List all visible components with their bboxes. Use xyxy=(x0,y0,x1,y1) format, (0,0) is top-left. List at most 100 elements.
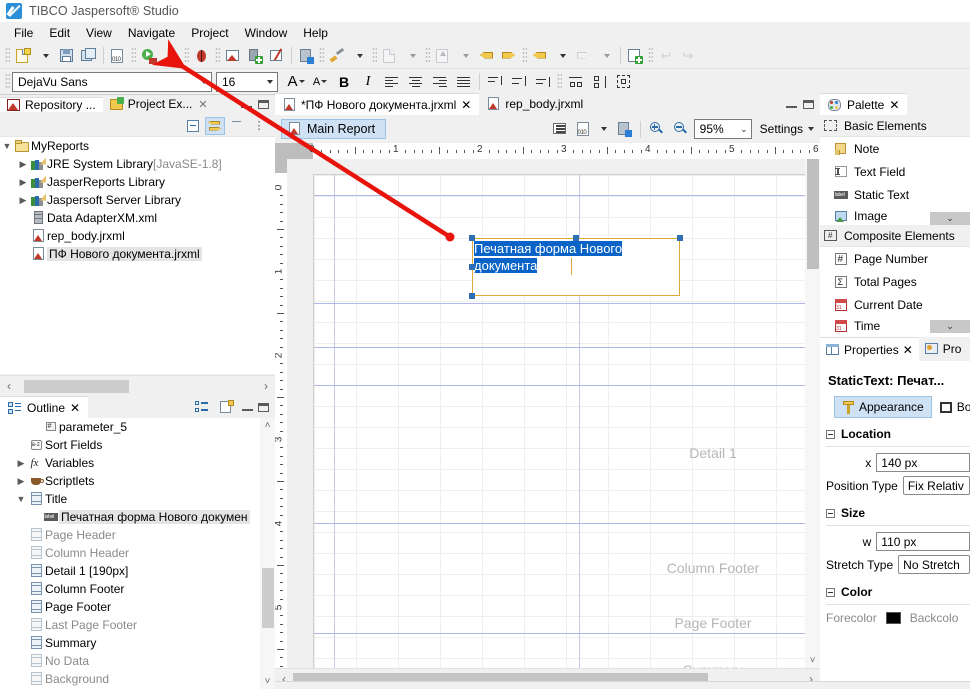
collapse-all-icon[interactable] xyxy=(183,117,203,135)
resize-handle-sw[interactable] xyxy=(469,293,475,299)
new-report-icon[interactable] xyxy=(624,45,646,67)
editor-tab-rep-body[interactable]: rep_body.jrxml xyxy=(479,93,591,115)
outline-item[interactable]: No Data xyxy=(0,652,260,670)
group-horizontal-icon[interactable] xyxy=(564,71,588,93)
run-dropdown-caret[interactable] xyxy=(160,45,182,67)
palette-content[interactable]: Basic Elements Note Text Field label Sta… xyxy=(820,115,970,337)
scroll-right-icon[interactable]: › xyxy=(257,379,275,393)
scroll-down-icon[interactable]: ˅ xyxy=(260,674,275,689)
upload-dim-icon[interactable] xyxy=(432,45,454,67)
prev-dim-icon[interactable]: ↩ xyxy=(655,45,677,67)
new-document-icon[interactable] xyxy=(12,45,34,67)
undo-caret[interactable] xyxy=(551,45,573,67)
outline-item[interactable]: Last Page Footer xyxy=(0,616,260,634)
vertical-ruler[interactable]: 0123456 xyxy=(275,159,287,668)
tree-item-myreports[interactable]: ▼ MyReports xyxy=(0,137,275,155)
increase-font-button[interactable]: A xyxy=(284,71,308,93)
menu-item-help[interactable]: Help xyxy=(295,24,336,42)
menu-item-edit[interactable]: Edit xyxy=(41,24,78,42)
compile-report-icon[interactable]: 010 xyxy=(107,45,129,67)
resize-handle-w[interactable] xyxy=(469,264,475,270)
selected-static-text-element[interactable]: Печатная форма Нового документа xyxy=(469,235,683,299)
link-with-editor-icon[interactable] xyxy=(205,116,225,135)
horizontal-ruler[interactable]: 0 1 2 3 4 5 6 xyxy=(275,143,820,159)
back-yellow-icon[interactable] xyxy=(476,45,498,67)
outline-item[interactable]: # parameter_5 xyxy=(0,418,260,436)
scroll-thumb[interactable] xyxy=(24,379,129,393)
forward-yellow-icon[interactable] xyxy=(498,45,520,67)
scroll-left-icon[interactable]: ‹ xyxy=(0,379,18,393)
properties-view-icon[interactable] xyxy=(217,398,237,416)
debug-icon[interactable] xyxy=(191,45,213,67)
italic-button[interactable]: I xyxy=(356,71,380,93)
x-input[interactable]: 140 px xyxy=(876,453,970,472)
tree-item-pf-novogo-dokumenta[interactable]: ПФ Нового документа.jrxml xyxy=(0,245,275,263)
tree-item-rep-body[interactable]: rep_body.jrxml xyxy=(0,227,275,245)
align-center-icon[interactable] xyxy=(404,71,428,93)
view-menu-icon[interactable]: ⋮ xyxy=(249,117,269,135)
outline-item[interactable]: ▶ Scriptlets xyxy=(0,472,260,490)
palette-item-time[interactable]: 31 Time ⌄ xyxy=(820,316,970,335)
group-size-icon[interactable] xyxy=(612,71,636,93)
zoom-out-icon[interactable] xyxy=(670,118,692,140)
tree-item-jre-system-library[interactable]: ▶ JRE System Library [JavaSE-1.8] xyxy=(0,155,275,173)
section-color[interactable]: Color xyxy=(820,576,970,602)
close-icon[interactable]: ✕ xyxy=(889,98,899,112)
save-all-icon[interactable] xyxy=(78,45,100,67)
palette-item-note[interactable]: Note xyxy=(820,137,970,160)
redo-caret[interactable] xyxy=(595,45,617,67)
chevron-right-icon[interactable]: ▶ xyxy=(14,458,28,469)
font-size-select[interactable]: 16 xyxy=(216,71,278,92)
close-icon[interactable]: ✕ xyxy=(903,343,913,357)
outline-item[interactable]: Summary xyxy=(0,634,260,652)
minimize-icon[interactable] xyxy=(786,106,797,108)
outline-item[interactable]: Page Header xyxy=(0,526,260,544)
tab-borders[interactable]: Bor xyxy=(936,397,970,417)
static-text-content[interactable]: Печатная форма Нового документа xyxy=(474,240,623,274)
chevron-right-icon[interactable]: ▶ xyxy=(14,476,28,487)
run-report-icon[interactable] xyxy=(138,45,160,67)
wizard-icon[interactable] xyxy=(266,45,288,67)
outline-item[interactable]: Column Header xyxy=(0,544,260,562)
minimize-icon[interactable] xyxy=(242,409,253,411)
outline-item[interactable]: a-z Sort Fields xyxy=(0,436,260,454)
toolbar-grip[interactable] xyxy=(5,47,10,64)
next-dim-icon[interactable]: ↪ xyxy=(677,45,699,67)
sort-tree-icon[interactable] xyxy=(192,398,212,416)
font-family-select[interactable]: DejaVu Sans xyxy=(12,71,212,92)
w-input[interactable]: 110 px xyxy=(876,532,970,551)
redo-dim-icon[interactable] xyxy=(573,45,595,67)
brush-dropdown-caret[interactable] xyxy=(348,45,370,67)
doc-dim-caret[interactable] xyxy=(401,45,423,67)
doc-dim-icon[interactable] xyxy=(379,45,401,67)
align-justify-icon[interactable] xyxy=(452,71,476,93)
repository-horizontal-scrollbar[interactable]: ‹ › xyxy=(0,375,275,396)
tab-outline[interactable]: Outline ✕ xyxy=(0,396,89,418)
outline-item[interactable]: label Печатная форма Нового докумен xyxy=(0,508,260,526)
tab-project-explorer[interactable]: Project Ex... ✕ xyxy=(102,97,215,111)
zoom-in-icon[interactable] xyxy=(646,118,668,140)
stretch-type-select[interactable]: No Stretch xyxy=(898,555,970,574)
menu-item-file[interactable]: File xyxy=(6,24,41,42)
outline-vertical-scrollbar[interactable]: ˄ ˅ xyxy=(260,418,275,689)
collapse-icon[interactable] xyxy=(826,587,835,597)
datasource-icon[interactable] xyxy=(244,45,266,67)
valign-bottom-icon[interactable] xyxy=(531,71,555,93)
undo-yellow-icon[interactable] xyxy=(529,45,551,67)
upload-dim-caret[interactable] xyxy=(454,45,476,67)
palette-item-image[interactable]: Image ⌄ xyxy=(820,206,970,225)
compile-caret[interactable] xyxy=(597,118,611,140)
report-canvas[interactable]: Detail 1 Column Footer Page Footer Summa… xyxy=(287,159,805,668)
tree-item-data-adapter[interactable]: Data AdapterXM.xml xyxy=(0,209,275,227)
tab-properties[interactable]: Properties ✕ xyxy=(820,337,919,361)
maximize-icon[interactable] xyxy=(258,402,269,412)
maximize-icon[interactable] xyxy=(803,99,814,109)
align-left-icon[interactable] xyxy=(380,71,404,93)
maximize-icon[interactable] xyxy=(258,99,269,109)
outline-item[interactable]: Column Footer xyxy=(0,580,260,598)
chevron-right-icon[interactable]: ▶ xyxy=(16,159,30,170)
compile-icon[interactable]: 010 xyxy=(573,118,595,140)
close-icon[interactable]: ✕ xyxy=(461,98,471,112)
scroll-thumb[interactable] xyxy=(807,159,819,269)
outline-item[interactable]: Detail 1 [190px] xyxy=(0,562,260,580)
